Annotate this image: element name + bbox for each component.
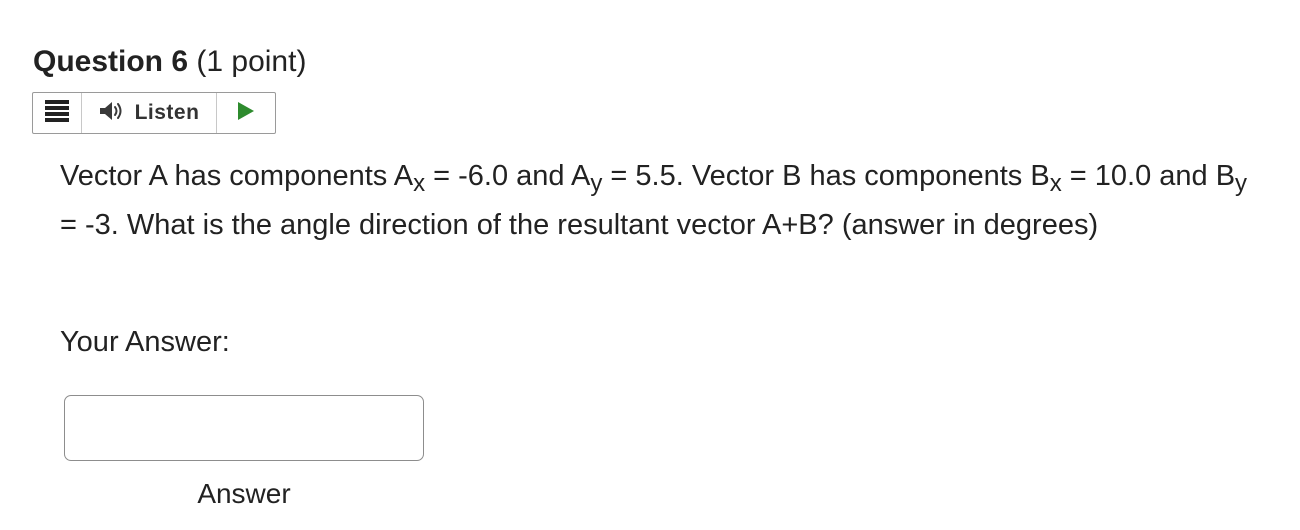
listen-toolbar: Listen bbox=[32, 92, 276, 134]
subscript-y: y bbox=[590, 170, 603, 197]
hamburger-menu-icon bbox=[45, 99, 69, 127]
question-text-part: = 10.0 and B bbox=[1061, 160, 1236, 192]
question-text-part: Vector A has components A bbox=[60, 160, 414, 192]
subscript-x: x bbox=[413, 170, 426, 197]
question-points: (1 point) bbox=[196, 45, 307, 78]
listen-button[interactable]: Listen bbox=[82, 93, 217, 133]
toolbar-menu-button[interactable] bbox=[33, 93, 82, 133]
quiz-page: Question 6 (1 point) Listen Vector A has… bbox=[0, 0, 1300, 530]
subscript-y: y bbox=[1235, 170, 1248, 197]
question-text: Vector A has components Ax = -6.0 and Ay… bbox=[60, 152, 1260, 250]
subscript-x: x bbox=[1049, 170, 1062, 197]
question-title: Question 6 (1 point) bbox=[33, 44, 306, 80]
question-text-part: = -6.0 and A bbox=[425, 160, 591, 192]
listen-label: Listen bbox=[134, 101, 200, 124]
question-text-part: = -3. What is the angle direction of the… bbox=[60, 209, 1099, 241]
speaker-icon bbox=[99, 101, 125, 126]
play-icon bbox=[237, 101, 255, 126]
play-button[interactable] bbox=[217, 93, 275, 133]
answer-input[interactable] bbox=[64, 395, 424, 461]
your-answer-label: Your Answer: bbox=[60, 326, 230, 358]
answer-caption: Answer bbox=[197, 478, 291, 509]
question-number: Question 6 bbox=[33, 45, 189, 78]
question-text-part: = 5.5. Vector B has components B bbox=[602, 160, 1050, 192]
